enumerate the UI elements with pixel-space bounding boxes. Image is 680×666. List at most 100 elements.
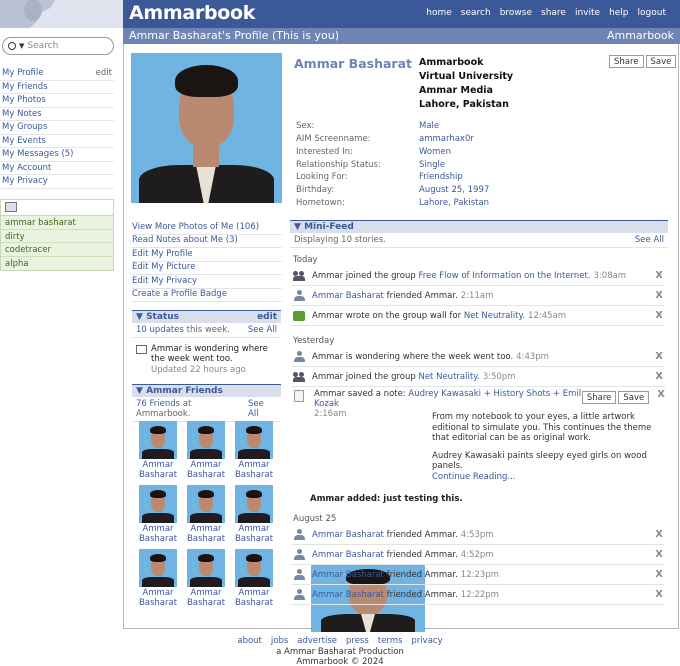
nav-label[interactable]: My Events [2,136,46,146]
nav-home[interactable]: home [426,8,452,18]
friend-photo[interactable] [139,549,177,587]
friend-photo[interactable] [187,549,225,587]
friend-item[interactable]: Ammar Basharat [230,421,278,480]
nav-label[interactable]: My Notes [2,109,42,119]
note-share-button[interactable]: Share [581,391,617,404]
story-link[interactable]: Net Neutrality. [464,311,525,321]
story-link[interactable]: Ammar Basharat [312,570,384,580]
footer-advertise-link[interactable]: advertise [297,636,337,646]
status-see-all-link[interactable]: See All [248,325,277,335]
info-value[interactable]: Male [419,121,439,134]
minifeed-see-all-link[interactable]: See All [635,235,664,245]
friend-photo[interactable] [235,485,273,523]
friend-name[interactable]: Ammar Basharat [230,588,278,608]
nav-my-photos[interactable]: My Photos [0,94,114,108]
friend-name[interactable]: Ammar Basharat [182,588,230,608]
story-link[interactable]: Ammar Basharat [312,291,384,301]
brand-logo[interactable]: Ammarbook [129,2,255,24]
remove-story-button[interactable]: X [655,529,665,540]
nav-label[interactable]: My Privacy [2,176,48,186]
friend-name[interactable]: Ammar Basharat [134,460,182,480]
nav-my-profile[interactable]: My Profile edit [0,67,114,81]
applications-icon[interactable] [5,202,17,212]
info-value[interactable]: Single [419,160,445,173]
friend-item[interactable]: Ammar Basharat [134,421,182,480]
nav-browse[interactable]: browse [500,8,532,18]
remove-story-button[interactable]: X [655,290,665,301]
nav-help[interactable]: help [609,8,628,18]
friend-photo[interactable] [139,485,177,523]
friend-photo[interactable] [235,421,273,459]
collapse-icon[interactable]: ▼ [136,312,146,322]
nav-label[interactable]: My Account [2,163,51,173]
footer-jobs-link[interactable]: jobs [271,636,288,646]
nav-my-friends[interactable]: My Friends [0,81,114,94]
friend-name[interactable]: Ammar Basharat [134,524,182,544]
nav-invite[interactable]: invite [575,8,600,18]
profile-photo[interactable] [131,53,282,203]
info-value[interactable]: August 25, 1997 [419,185,489,198]
remove-story-button[interactable]: X [655,371,665,382]
friends-count-link[interactable]: 76 Friends [136,399,180,409]
nav-my-messages[interactable]: My Messages (5) [0,148,114,162]
app-item[interactable]: alpha [1,257,113,271]
remove-story-button[interactable]: X [655,549,665,560]
app-item[interactable]: codetracer [1,243,113,257]
info-value[interactable]: Women [419,147,451,160]
friend-item[interactable]: Ammar Basharat [182,421,230,480]
nav-my-privacy[interactable]: My Privacy [0,175,114,189]
friend-item[interactable]: Ammar Basharat [134,485,182,544]
nav-my-account[interactable]: My Account [0,162,114,175]
nav-label[interactable]: My Photos [2,95,46,105]
nav-label[interactable]: My Messages (5) [2,149,74,159]
remove-story-button[interactable]: X [655,270,665,281]
edit-picture-link[interactable]: Edit My Picture [132,261,282,275]
story-link[interactable]: Ammar Basharat [312,590,384,600]
nav-label[interactable]: My Groups [2,122,47,132]
nav-search[interactable]: search [461,8,491,18]
friend-item[interactable]: Ammar Basharat [134,549,182,608]
friend-photo[interactable] [235,549,273,587]
collapse-icon[interactable]: ▼ [136,386,146,396]
footer-privacy-link[interactable]: privacy [411,636,442,646]
nav-my-events[interactable]: My Events [0,135,114,148]
search-box[interactable]: ▼ Search [2,37,114,55]
friends-see-all-link[interactable]: See All [248,399,277,419]
footer-terms-link[interactable]: terms [378,636,403,646]
share-button[interactable]: Share [609,55,644,68]
info-value[interactable]: Friendship [419,172,463,185]
friend-name[interactable]: Ammar Basharat [182,460,230,480]
remove-story-button[interactable]: X [655,351,665,362]
friend-name[interactable]: Ammar Basharat [134,588,182,608]
nav-label[interactable]: My Friends [2,82,48,92]
friend-item[interactable]: Ammar Basharat [230,549,278,608]
collapse-icon[interactable]: ▼ [294,222,304,232]
remove-story-button[interactable]: X [655,589,665,600]
footer-about-link[interactable]: about [237,636,262,646]
story-link[interactable]: Free Flow of Information on the Internet… [418,271,590,281]
app-item[interactable]: ammar basharat [1,216,113,230]
app-item[interactable]: dirty [1,230,113,243]
friend-photo[interactable] [139,421,177,459]
nav-my-groups[interactable]: My Groups [0,121,114,135]
friend-photo[interactable] [187,421,225,459]
view-photos-link[interactable]: View More Photos of Me (106) [132,221,282,235]
site-logo-image[interactable] [0,0,123,28]
footer-press-link[interactable]: press [346,636,369,646]
nav-my-notes[interactable]: My Notes [0,108,114,121]
friend-name[interactable]: Ammar Basharat [230,460,278,480]
edit-profile-link[interactable]: Edit My Profile [132,248,282,262]
remove-story-button[interactable]: X [655,310,665,321]
create-badge-link[interactable]: Create a Profile Badge [132,288,282,302]
edit-privacy-link[interactable]: Edit My Privacy [132,275,282,289]
edit-profile-link[interactable]: edit [96,68,112,78]
status-updates-link[interactable]: 10 updates [136,325,184,335]
remove-story-button[interactable]: X [657,389,665,400]
note-save-button[interactable]: Save [618,391,650,404]
save-button[interactable]: Save [645,55,677,68]
continue-reading-link[interactable]: Continue Reading... [432,472,662,483]
search-input[interactable]: Search [27,41,58,51]
nav-share[interactable]: share [541,8,566,18]
friend-item[interactable]: Ammar Basharat [182,549,230,608]
info-value[interactable]: ammarhax0r [419,134,474,147]
